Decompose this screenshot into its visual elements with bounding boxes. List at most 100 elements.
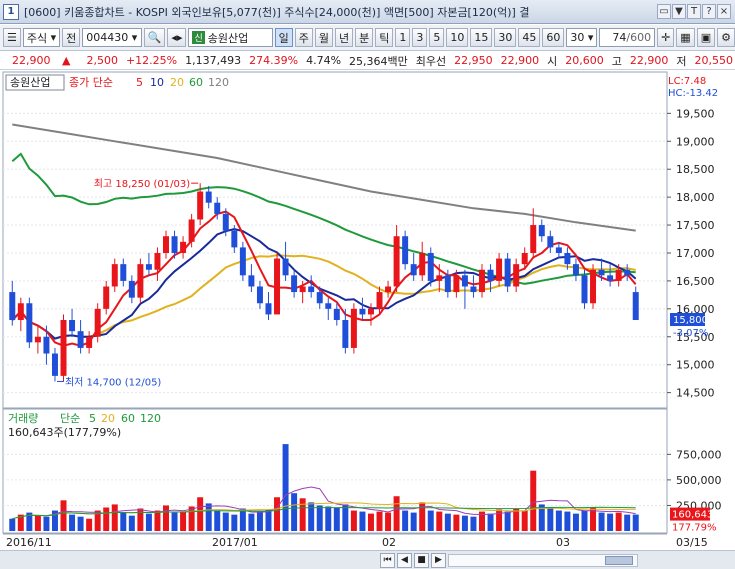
date-label: 03 bbox=[556, 536, 570, 549]
grid-icon[interactable]: ▦ bbox=[676, 28, 695, 47]
legend-ma5: 5 bbox=[136, 76, 143, 89]
chart-scroll-bar[interactable]: ⏮ ◀ ■ ▶ bbox=[0, 550, 735, 569]
count-field[interactable]: 74/600 bbox=[599, 28, 656, 47]
price-change: 2,500 bbox=[86, 54, 118, 67]
restore-button[interactable]: ▭ bbox=[657, 4, 671, 19]
stock-name-field[interactable]: 신 송원산업 bbox=[188, 28, 273, 47]
volume-ratio: 274.39% bbox=[249, 54, 299, 67]
search-icon[interactable]: 🔍 bbox=[143, 28, 166, 47]
candle-body bbox=[137, 264, 144, 298]
volume-bar bbox=[163, 505, 169, 531]
trade-amount: 25,364백만 bbox=[349, 54, 408, 68]
interval-select[interactable]: 30 ▾ bbox=[566, 28, 598, 47]
volume-bar bbox=[9, 518, 16, 531]
volume-bar bbox=[581, 510, 588, 531]
candle-body bbox=[299, 286, 306, 293]
interval-10-button[interactable]: 10 bbox=[446, 28, 469, 47]
settings-icon[interactable]: ⚙ bbox=[717, 28, 735, 47]
candle-body bbox=[615, 269, 622, 281]
close-button[interactable]: × bbox=[717, 4, 731, 19]
candlestick-chart[interactable]: 14,50015,00015,50016,00016,50017,00017,5… bbox=[0, 71, 735, 551]
window-number-badge[interactable]: 1 bbox=[3, 3, 19, 20]
stop-icon[interactable]: ■ bbox=[414, 552, 429, 568]
volume-bar bbox=[607, 513, 614, 531]
scroll-thumb[interactable] bbox=[605, 555, 633, 565]
window-title-bar: 1 [0600] 키움종합차트 - KOSPI 외국인보유[5,077(천)] … bbox=[0, 0, 735, 24]
volume-bar bbox=[555, 510, 562, 531]
interval-5-button[interactable]: 5 bbox=[429, 28, 445, 47]
volume-bar bbox=[111, 504, 118, 531]
nav-arrows-icon[interactable]: ◂▸ bbox=[167, 28, 187, 47]
candle-body bbox=[128, 280, 135, 298]
price-tick-label: 19,500 bbox=[676, 107, 715, 120]
period-tick-button[interactable]: 틱 bbox=[375, 28, 394, 47]
vol-legend-label: 거래량 bbox=[8, 412, 38, 425]
candle-body bbox=[145, 264, 152, 270]
period-minute-button[interactable]: 분 bbox=[355, 28, 374, 47]
help-button[interactable]: ? bbox=[702, 4, 716, 19]
chart-area[interactable]: 14,500 15,000 15,500 16,000 16,500 17,000 17,5… bbox=[0, 71, 735, 551]
date-label: 02 bbox=[382, 536, 396, 549]
volume-bar bbox=[239, 508, 246, 531]
interval-1-button[interactable]: 1 bbox=[395, 28, 411, 47]
candle-body bbox=[86, 336, 93, 348]
interval-45-button[interactable]: 45 bbox=[518, 28, 541, 47]
candle-body bbox=[163, 236, 169, 253]
candle-body bbox=[188, 219, 195, 242]
stock-badge: 신 bbox=[192, 31, 205, 44]
period-day-button[interactable]: 일 bbox=[274, 28, 293, 47]
volume-bar bbox=[624, 514, 631, 531]
menu-icon[interactable]: ☰ bbox=[3, 28, 21, 47]
volume-bar bbox=[205, 503, 212, 531]
high-price: 22,900 bbox=[629, 54, 669, 67]
crosshair-icon[interactable]: ✛ bbox=[657, 28, 675, 47]
candle-body bbox=[479, 269, 485, 293]
candle-body bbox=[205, 191, 212, 203]
candle-body bbox=[197, 191, 204, 220]
volume-bar bbox=[214, 510, 221, 531]
save-icon[interactable]: ▣ bbox=[696, 28, 716, 47]
volume-bar bbox=[77, 516, 84, 531]
scroll-prev-icon[interactable]: ◀ bbox=[397, 552, 412, 568]
candle-body bbox=[410, 264, 417, 276]
candle-body bbox=[402, 236, 409, 265]
candle-body bbox=[103, 286, 110, 309]
candle-body bbox=[538, 225, 545, 237]
chart-background bbox=[0, 71, 735, 551]
interval-60-button[interactable]: 60 bbox=[542, 28, 565, 47]
candle-body bbox=[291, 275, 298, 293]
topmost-button[interactable]: T bbox=[687, 4, 701, 19]
candle-body bbox=[51, 353, 58, 376]
volume-bar bbox=[325, 506, 332, 531]
period-year-button[interactable]: 년 bbox=[335, 28, 354, 47]
open-label: 시 bbox=[547, 54, 558, 68]
interval-3-button[interactable]: 3 bbox=[412, 28, 428, 47]
volume-bar bbox=[504, 511, 511, 531]
interval-30-button[interactable]: 30 bbox=[494, 28, 517, 47]
scroll-track[interactable] bbox=[448, 553, 638, 567]
interval-15-button[interactable]: 15 bbox=[470, 28, 493, 47]
volume-bar bbox=[402, 510, 409, 531]
code-input[interactable]: 004430 ▾ bbox=[82, 28, 142, 47]
legend-label: 종가 단순 bbox=[69, 76, 113, 89]
volume-bar bbox=[436, 511, 443, 531]
vol-legend-60: 60 bbox=[121, 412, 135, 425]
candle-body bbox=[393, 236, 400, 287]
volume-bar bbox=[137, 508, 144, 531]
dropdown-button[interactable]: ▼ bbox=[672, 4, 686, 19]
candle-body bbox=[256, 286, 263, 304]
price-tick-label: 18,000 bbox=[676, 191, 715, 204]
period-month-button[interactable]: 월 bbox=[314, 28, 334, 47]
market-select[interactable]: 주식 ▾ bbox=[22, 28, 61, 47]
jeon-button[interactable]: 전 bbox=[62, 28, 81, 47]
scroll-next-icon[interactable]: ▶ bbox=[431, 552, 446, 568]
volume-bar bbox=[487, 513, 494, 531]
price-tick-label: 19,000 bbox=[676, 135, 715, 148]
scroll-start-icon[interactable]: ⏮ bbox=[380, 552, 395, 568]
period-week-button[interactable]: 주 bbox=[294, 28, 313, 47]
open-price: 20,600 bbox=[565, 54, 604, 67]
volume-bar bbox=[120, 512, 127, 531]
candle-body bbox=[555, 247, 562, 253]
candle-body bbox=[120, 264, 127, 281]
price-tick-label: 17,500 bbox=[676, 219, 715, 232]
